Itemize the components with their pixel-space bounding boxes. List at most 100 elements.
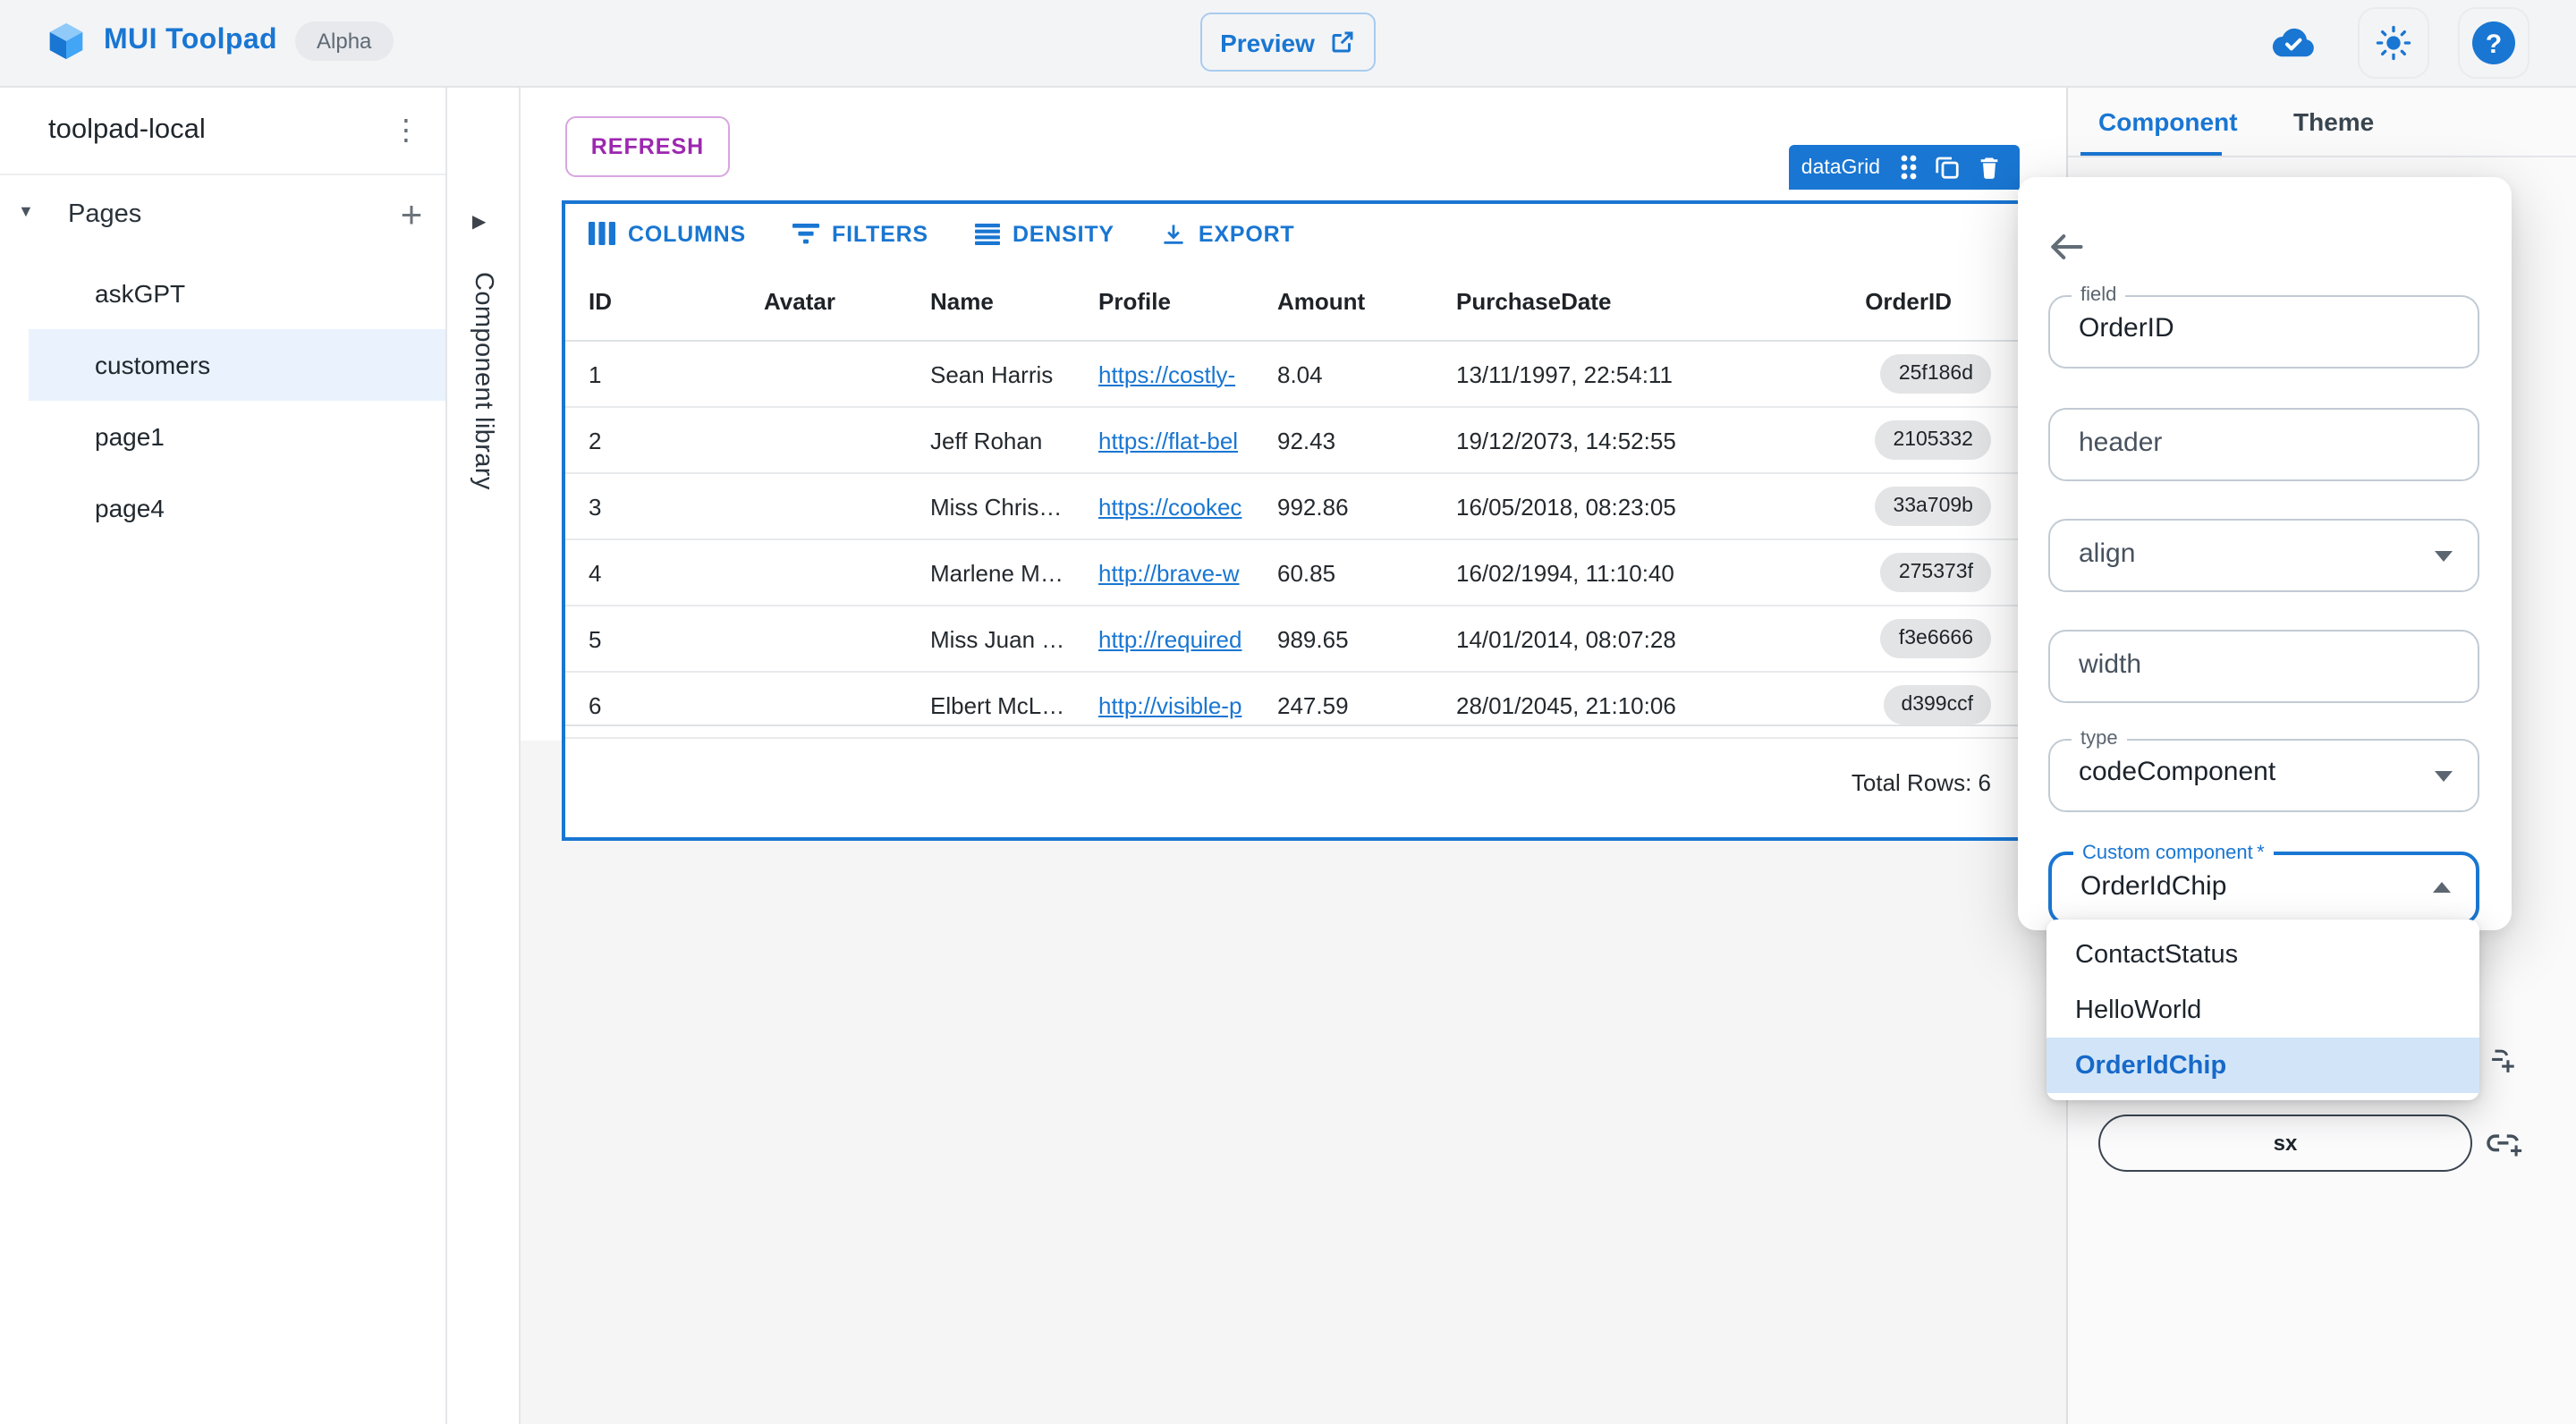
component-library-strip[interactable]: ▶ Component library <box>447 86 521 1424</box>
type-select[interactable]: type codeComponent <box>2048 739 2479 812</box>
tab-theme[interactable]: Theme <box>2293 86 2374 156</box>
cell-orderid: d399ccf <box>1846 685 2020 725</box>
datagrid-toolbar: COLUMNS FILTERS DENSITY <box>565 204 2020 263</box>
custom-component-value: OrderIdChip <box>2080 871 2226 902</box>
datagrid-component[interactable]: COLUMNS FILTERS DENSITY <box>562 200 2023 841</box>
profile-link[interactable]: https://flat-bel <box>1098 427 1238 453</box>
orderid-chip: 275373f <box>1881 553 1991 592</box>
cell-purchasedate: 13/11/1997, 22:54:11 <box>1456 360 1846 387</box>
preview-button[interactable]: Preview <box>1200 13 1376 72</box>
tab-component[interactable]: Component <box>2098 86 2238 156</box>
bind-property-link-icon[interactable] <box>2488 1047 2517 1077</box>
app-window: MUI Toolpad Alpha Preview <box>0 0 2576 1424</box>
project-menu-kebab-icon[interactable]: ⋮ <box>383 107 429 154</box>
help-icon[interactable]: ? <box>2458 7 2529 79</box>
open-in-new-icon <box>1329 29 1356 55</box>
brand: MUI Toolpad Alpha <box>47 21 393 61</box>
field-name-input[interactable]: field OrderID <box>2048 295 2479 369</box>
cell-profile: http://required <box>1098 625 1277 652</box>
option-orderidchip[interactable]: OrderIdChip <box>2046 1038 2479 1093</box>
cell-profile: https://flat-bel <box>1098 427 1277 453</box>
cell-name: Elbert McL… <box>930 691 1098 718</box>
filters-button-label: FILTERS <box>832 221 928 246</box>
profile-link[interactable]: http://visible-p <box>1098 691 1241 718</box>
cell-id: 6 <box>565 691 741 718</box>
profile-link[interactable]: https://costly- <box>1098 360 1235 387</box>
custom-component-select[interactable]: Custom component * OrderIdChip <box>2048 852 2479 925</box>
density-icon <box>975 223 1000 244</box>
svg-text:?: ? <box>2486 30 2502 59</box>
export-icon <box>1161 221 1186 246</box>
align-select[interactable]: align <box>2048 519 2479 592</box>
density-button[interactable]: DENSITY <box>975 221 1114 246</box>
cell-amount: 8.04 <box>1277 360 1456 387</box>
cell-purchasedate: 19/12/2073, 14:52:55 <box>1456 427 1846 453</box>
cell-orderid: 275373f <box>1846 553 2020 592</box>
column-header-orderid[interactable]: OrderID <box>1846 288 2020 315</box>
profile-link[interactable]: http://brave-w <box>1098 559 1240 586</box>
orderid-chip: d399ccf <box>1883 685 1991 725</box>
width-input[interactable]: width <box>2048 630 2479 703</box>
light-mode-toggle[interactable] <box>2358 7 2429 79</box>
bind-sx-link-icon[interactable] <box>2487 1125 2524 1159</box>
table-row[interactable]: 1 Sean Harris https://costly- 8.04 13/11… <box>565 342 2020 408</box>
sx-button[interactable]: sx <box>2098 1115 2472 1172</box>
column-header-avatar[interactable]: Avatar <box>741 288 930 315</box>
table-row[interactable]: 3 Miss Chris… https://cookec 992.86 16/0… <box>565 474 2020 540</box>
cell-purchasedate: 16/02/1994, 11:10:40 <box>1456 559 1846 586</box>
sidebar-item-page4[interactable]: page4 <box>0 472 445 544</box>
refresh-button[interactable]: REFRESH <box>565 116 730 177</box>
header-input-label: header <box>2079 428 2162 458</box>
field-name-value: OrderID <box>2079 313 2174 343</box>
orderid-chip: 25f186d <box>1881 354 1991 394</box>
column-header-name[interactable]: Name <box>930 288 1098 315</box>
cell-amount: 992.86 <box>1277 493 1456 520</box>
filter-icon <box>792 222 819 245</box>
table-row[interactable]: 4 Marlene M… http://brave-w 60.85 16/02/… <box>565 540 2020 606</box>
cell-purchasedate: 16/05/2018, 08:23:05 <box>1456 493 1846 520</box>
header-input[interactable]: header <box>2048 408 2479 481</box>
column-header-purchasedate[interactable]: PurchaseDate <box>1456 288 1846 315</box>
filters-button[interactable]: FILTERS <box>792 221 928 246</box>
cell-name: Jeff Rohan <box>930 427 1098 453</box>
custom-component-label: Custom component * <box>2073 841 2274 866</box>
table-row[interactable]: 2 Jeff Rohan https://flat-bel 92.43 19/1… <box>565 408 2020 474</box>
explorer-sidebar: toolpad-local ⋮ ▼ Pages + askGPT custome… <box>0 86 447 1424</box>
add-page-button[interactable]: + <box>386 191 436 242</box>
back-arrow-icon[interactable] <box>2046 227 2089 270</box>
cell-id: 1 <box>565 360 741 387</box>
sidebar-item-customers[interactable]: customers <box>29 329 445 401</box>
cell-profile: https://costly- <box>1098 360 1277 387</box>
sidebar-item-askgpt[interactable]: askGPT <box>0 258 445 329</box>
profile-link[interactable]: https://cookec <box>1098 493 1241 520</box>
selection-toolbar: dataGrid <box>1789 145 2020 190</box>
cell-profile: http://visible-p <box>1098 691 1277 718</box>
collapse-caret-icon[interactable]: ▼ <box>18 202 34 220</box>
type-select-value: codeComponent <box>2079 757 2275 787</box>
column-header-id[interactable]: ID <box>565 288 741 315</box>
expand-library-arrow-icon[interactable]: ▶ <box>472 213 486 233</box>
column-header-amount[interactable]: Amount <box>1277 288 1456 315</box>
sidebar-item-page1[interactable]: page1 <box>0 401 445 472</box>
page-canvas: REFRESH dataGrid <box>519 86 2066 1424</box>
cell-orderid: f3e6666 <box>1846 619 2020 658</box>
export-button[interactable]: EXPORT <box>1161 221 1295 246</box>
cloud-sync-icon <box>2258 7 2329 79</box>
table-row[interactable]: 5 Miss Juan … http://required 989.65 14/… <box>565 606 2020 673</box>
cell-orderid: 33a709b <box>1846 487 2020 526</box>
option-contactstatus[interactable]: ContactStatus <box>2046 927 2479 982</box>
chevron-down-icon <box>2435 771 2453 782</box>
duplicate-icon[interactable] <box>1934 154 1961 181</box>
project-row: toolpad-local ⋮ <box>0 86 445 175</box>
orderid-chip: 2105332 <box>1875 420 1991 460</box>
selected-component-name: dataGrid <box>1801 157 1880 178</box>
cell-id: 4 <box>565 559 741 586</box>
profile-link[interactable]: http://required <box>1098 625 1241 652</box>
option-helloworld[interactable]: HelloWorld <box>2046 982 2479 1038</box>
column-header-profile[interactable]: Profile <box>1098 288 1277 315</box>
delete-icon[interactable] <box>1977 154 2002 181</box>
columns-button[interactable]: COLUMNS <box>589 221 746 246</box>
cell-amount: 92.43 <box>1277 427 1456 453</box>
cell-profile: http://brave-w <box>1098 559 1277 586</box>
drag-handle-icon[interactable] <box>1900 154 1918 181</box>
